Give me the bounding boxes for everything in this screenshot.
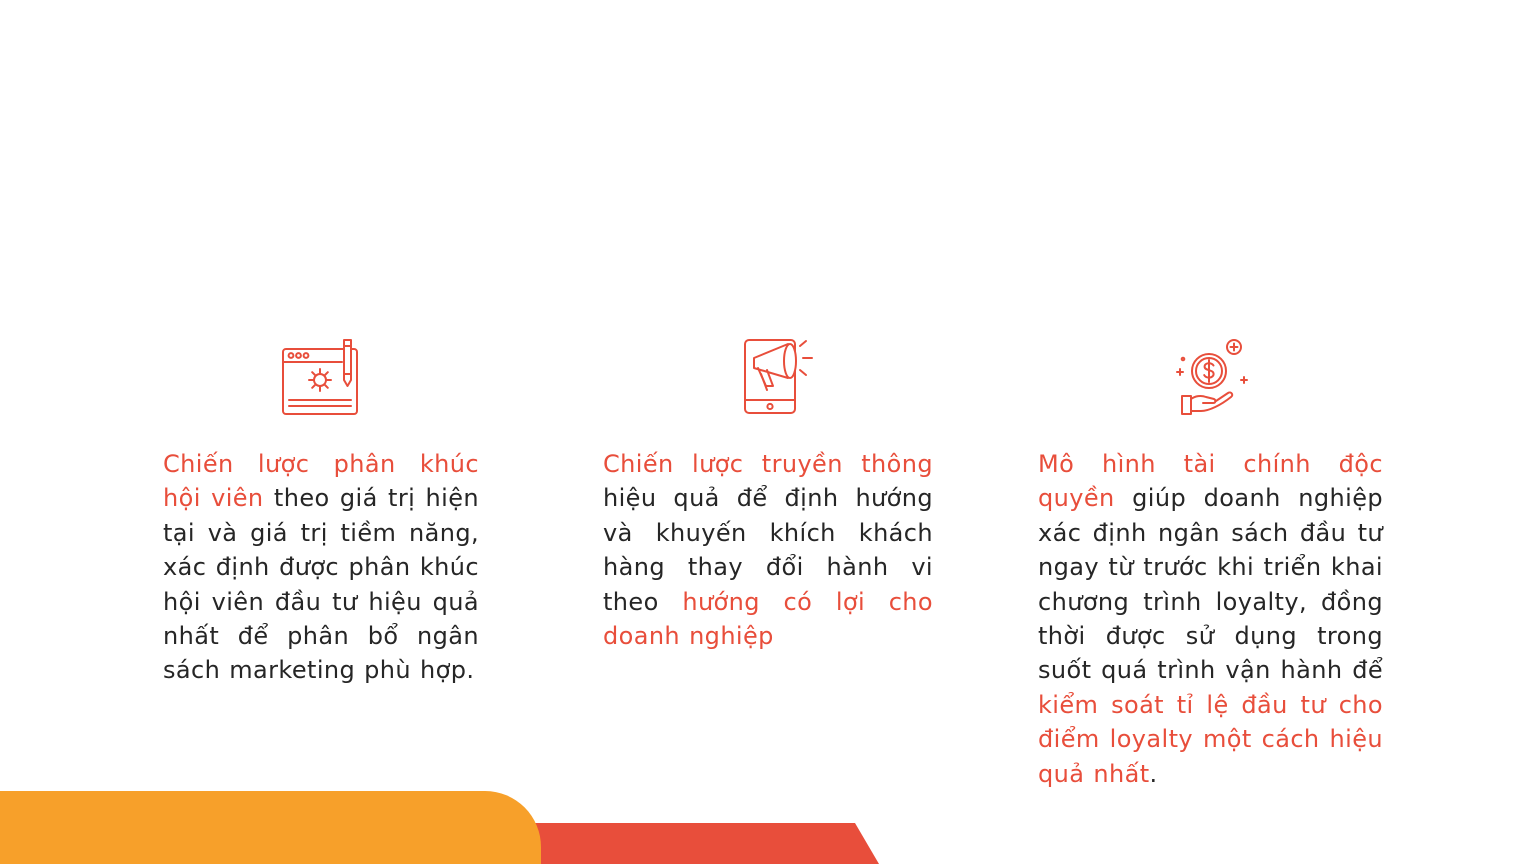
orange-band bbox=[0, 791, 541, 864]
bottom-decoration bbox=[0, 791, 879, 864]
red-band bbox=[500, 823, 879, 864]
slide: Chiến lược phân khúc hội viên theo giá t… bbox=[0, 0, 1536, 864]
